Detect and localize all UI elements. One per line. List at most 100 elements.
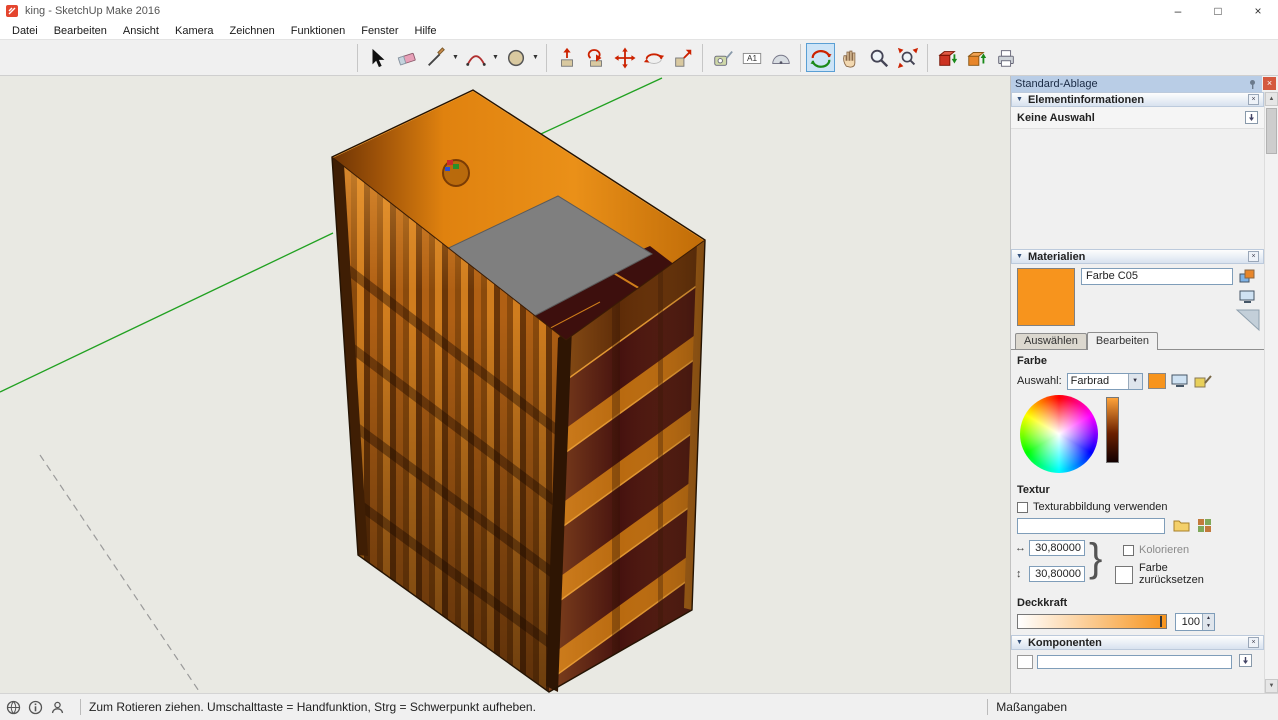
arc-tool-dropdown[interactable]: ▼: [490, 43, 501, 72]
viewport-3d[interactable]: [0, 76, 1010, 693]
create-material-icon[interactable]: [1239, 268, 1256, 285]
close-section-icon[interactable]: ×: [1248, 251, 1259, 262]
protractor-icon: [770, 47, 792, 69]
line-tool-button[interactable]: [421, 43, 450, 72]
arc-tool-button[interactable]: [461, 43, 490, 72]
opacity-slider[interactable]: [1017, 614, 1167, 629]
line-tool-dropdown[interactable]: ▼: [450, 43, 461, 72]
scale-tool-button[interactable]: [668, 43, 697, 72]
section-header-components[interactable]: ▼ Komponenten ×: [1011, 635, 1264, 650]
follow-me-icon: [585, 47, 607, 69]
detach-panel-icon[interactable]: [1245, 111, 1258, 124]
pin-icon[interactable]: [1247, 79, 1258, 90]
user-account-icon[interactable]: [50, 700, 65, 715]
close-section-icon[interactable]: ×: [1248, 637, 1259, 648]
use-texture-checkbox[interactable]: [1017, 502, 1028, 513]
component-search-field[interactable]: [1037, 655, 1232, 669]
color-heading: Farbe: [1011, 350, 1264, 369]
spin-up-icon[interactable]: ▲: [1203, 614, 1214, 622]
match-screen-color-icon[interactable]: [1171, 374, 1189, 389]
scroll-up-icon[interactable]: ▲: [1265, 92, 1278, 106]
circle-tool-button[interactable]: [501, 43, 530, 72]
move-tool-button[interactable]: [610, 43, 639, 72]
menu-zeichnen[interactable]: Zeichnen: [222, 24, 283, 38]
measurements-label: Maßangaben: [996, 700, 1067, 714]
print-model-button[interactable]: [991, 43, 1020, 72]
eraser-tool-button[interactable]: [392, 43, 421, 72]
eraser-icon: [396, 47, 418, 69]
tray-title-bar[interactable]: Standard-Ablage: [1011, 76, 1262, 92]
toolbar: ▼ ▼ ▼: [0, 40, 1278, 76]
close-button[interactable]: ×: [1238, 0, 1278, 22]
maximize-button[interactable]: □: [1198, 0, 1238, 22]
value-slider[interactable]: [1106, 397, 1119, 463]
zoom-tool-button[interactable]: [864, 43, 893, 72]
menu-funktionen[interactable]: Funktionen: [283, 24, 353, 38]
dimension-tool-button[interactable]: A1: [737, 43, 766, 72]
sample-paint-arrow-icon[interactable]: [1235, 308, 1261, 332]
zoom-extents-tool-button[interactable]: [893, 43, 922, 72]
texture-width-field[interactable]: 30,80000: [1029, 540, 1085, 556]
texture-path-input[interactable]: [1017, 518, 1165, 534]
section-header-element-info[interactable]: ▼ Elementinformationen ×: [1011, 92, 1264, 107]
scroll-down-icon[interactable]: ▼: [1265, 679, 1278, 693]
panel-scrollbar[interactable]: ▲ ▼: [1264, 92, 1278, 693]
color-wheel[interactable]: [1020, 395, 1098, 473]
standard-tray-panel: Standard-Ablage × ▼ Elementinformationen…: [1010, 76, 1278, 693]
menu-fenster[interactable]: Fenster: [353, 24, 406, 38]
menu-kamera[interactable]: Kamera: [167, 24, 222, 38]
toolbar-separator: [546, 44, 547, 72]
tab-auswaehlen[interactable]: Auswählen: [1015, 333, 1087, 349]
picker-dropdown[interactable]: Farbrad ▼: [1067, 373, 1143, 390]
close-section-icon[interactable]: ×: [1248, 94, 1259, 105]
active-material-swatch[interactable]: [1017, 268, 1075, 326]
opacity-spinbox[interactable]: 100 ▲ ▼: [1175, 613, 1215, 631]
menu-ansicht[interactable]: Ansicht: [115, 24, 167, 38]
browse-texture-icon[interactable]: [1173, 518, 1191, 533]
texture-file-row: [1011, 516, 1264, 538]
share-model-button[interactable]: [962, 43, 991, 72]
reset-color-label: Farbe zurücksetzen: [1139, 562, 1211, 586]
zoom-extents-icon: [897, 47, 919, 69]
pencil-icon: [425, 47, 447, 69]
follow-me-tool-button[interactable]: [581, 43, 610, 72]
minimize-button[interactable]: –: [1158, 0, 1198, 22]
collapse-icon[interactable]: ▼: [1016, 639, 1023, 646]
measurements-input[interactable]: [1077, 698, 1272, 716]
credits-info-icon[interactable]: [28, 700, 43, 715]
orbit-tool-button[interactable]: [806, 43, 835, 72]
reset-color-swatch-button[interactable]: [1115, 566, 1133, 584]
detach-panel-icon[interactable]: [1239, 654, 1252, 667]
scrollbar-thumb[interactable]: [1266, 108, 1277, 154]
element-info-status-row: Keine Auswahl: [1011, 107, 1264, 129]
select-tool-button[interactable]: [363, 43, 392, 72]
menu-bearbeiten[interactable]: Bearbeiten: [46, 24, 115, 38]
protractor-tool-button[interactable]: [766, 43, 795, 72]
spin-down-icon[interactable]: ▼: [1203, 622, 1214, 630]
collapse-icon[interactable]: ▼: [1016, 253, 1023, 260]
menu-hilfe[interactable]: Hilfe: [407, 24, 445, 38]
pan-tool-button[interactable]: [835, 43, 864, 72]
section-header-materials[interactable]: ▼ Materialien ×: [1011, 249, 1264, 264]
circle-tool-dropdown[interactable]: ▼: [530, 43, 541, 72]
colorize-checkbox[interactable]: [1123, 545, 1134, 556]
menu-datei[interactable]: Datei: [4, 24, 46, 38]
rotate-tool-button[interactable]: [639, 43, 668, 72]
colorize-row: Kolorieren: [1123, 544, 1189, 556]
material-name-field[interactable]: Farbe C05: [1081, 268, 1233, 285]
opacity-slider-handle[interactable]: [1160, 616, 1162, 627]
geolocation-icon[interactable]: [6, 700, 21, 715]
match-model-color-icon[interactable]: [1194, 374, 1212, 389]
texture-library-icon[interactable]: [1197, 518, 1213, 533]
use-texture-row: Texturabbildung verwenden: [1011, 498, 1264, 516]
chevron-down-icon[interactable]: ▼: [1128, 374, 1142, 389]
tape-measure-tool-button[interactable]: [708, 43, 737, 72]
colorize-label: Kolorieren: [1139, 544, 1189, 556]
display-secondary-swatch-icon[interactable]: [1239, 290, 1256, 305]
tray-close-icon[interactable]: ×: [1263, 77, 1276, 90]
tab-bearbeiten[interactable]: Bearbeiten: [1087, 332, 1158, 350]
get-models-button[interactable]: [933, 43, 962, 72]
texture-height-field[interactable]: 30,80000: [1029, 566, 1085, 582]
push-pull-tool-button[interactable]: [552, 43, 581, 72]
collapse-icon[interactable]: ▼: [1016, 96, 1023, 103]
